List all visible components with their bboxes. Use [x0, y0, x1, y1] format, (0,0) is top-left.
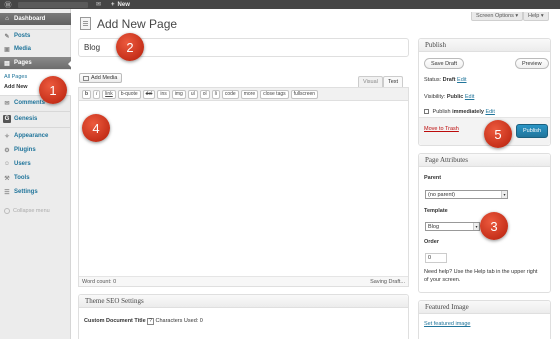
publish-time-row: Publish immediately Edit	[424, 109, 495, 115]
page-icon	[80, 17, 91, 30]
editor-status-bar: Word count: 0 Saving Draft...	[79, 276, 408, 286]
help-text-line1: Need help? Use the Help tab in the upper…	[424, 269, 538, 275]
autosave-status: Saving Draft...	[370, 278, 405, 285]
menu-separator	[0, 127, 71, 128]
tools-icon: ⚒	[4, 175, 10, 182]
quicktag-del-button[interactable]: del	[142, 89, 156, 99]
seo-chars-used: Characters Used: 0	[155, 318, 203, 324]
tab-visual[interactable]: Visual	[358, 76, 383, 87]
collapse-menu-button[interactable]: Collapse menu	[4, 208, 50, 214]
admin-bar: Ⓦ ✉ + New	[0, 0, 560, 9]
callout-5: 5	[484, 120, 512, 148]
submenu-all-pages[interactable]: All Pages	[4, 74, 27, 80]
help-tab[interactable]: Help ▾	[523, 12, 549, 21]
sidebar-item-posts[interactable]: ✎ Posts	[0, 30, 71, 42]
sidebar-item-dashboard[interactable]: ⌂ Dashboard	[0, 13, 71, 25]
menu-separator	[0, 111, 71, 112]
genesis-icon: G	[3, 115, 11, 123]
new-content-button[interactable]: + New	[111, 2, 130, 8]
quicktag-link-button[interactable]: link	[102, 89, 116, 99]
publish-heading: Publish	[419, 39, 550, 52]
tab-text[interactable]: Text	[383, 76, 404, 87]
callout-1: 1	[39, 76, 67, 104]
screen-options-tab[interactable]: Screen Options ▾	[471, 12, 524, 21]
quicktag-ul-button[interactable]: ul	[187, 89, 198, 99]
publish-time-value: immediately	[452, 109, 484, 115]
collapse-arrow-icon	[4, 208, 10, 214]
users-icon: ☺	[3, 161, 11, 167]
order-label: Order	[424, 239, 439, 245]
media-icon	[83, 75, 89, 81]
sidebar-item-genesis[interactable]: G Genesis	[0, 113, 71, 125]
quicktag-blockquote-button[interactable]: b-quote	[117, 89, 141, 99]
quicktags-toolbar: b i link b-quote del ins img ul ol li co…	[79, 88, 408, 101]
callout-3: 3	[480, 212, 508, 240]
set-featured-image-link[interactable]: Set featured image	[424, 321, 470, 327]
featured-image-heading: Featured Image	[419, 301, 550, 314]
submenu-add-new[interactable]: Add New	[4, 84, 28, 90]
quicktag-li-button[interactable]: li	[211, 89, 220, 99]
pin-icon: ✎	[4, 33, 10, 40]
word-count: Word count: 0	[82, 278, 117, 285]
page-title: Add New Page	[97, 17, 178, 31]
template-label: Template	[424, 208, 448, 214]
publish-edit-link[interactable]: Edit	[485, 109, 494, 115]
move-to-trash-link[interactable]: Move to Trash	[424, 126, 459, 132]
quicktag-close-tags-button[interactable]: close tags	[260, 89, 289, 99]
quicktag-more-button[interactable]: more	[240, 89, 259, 99]
featured-image-box: Featured Image Set featured image	[418, 300, 551, 339]
quicktag-ins-button[interactable]: ins	[157, 89, 170, 99]
preview-button[interactable]: Preview	[515, 58, 549, 69]
seo-document-title-row: Custom Document Title ? Characters Used:…	[84, 318, 203, 325]
quicktag-ol-button[interactable]: ol	[199, 89, 210, 99]
template-select[interactable]: Blog ▾	[425, 222, 480, 231]
parent-select[interactable]: (no parent) ▾	[425, 190, 508, 199]
comments-icon: ✉	[4, 100, 10, 107]
sidebar-item-plugins[interactable]: ⚙ Plugins	[0, 144, 71, 156]
dashboard-icon: ⌂	[5, 16, 9, 22]
status-edit-link[interactable]: Edit	[457, 77, 466, 83]
parent-label: Parent	[424, 175, 442, 181]
sidebar-item-pages[interactable]: ▤ Pages	[0, 57, 72, 69]
calendar-icon	[424, 109, 429, 115]
plugin-icon: ⚙	[4, 147, 10, 154]
pages-icon: ▤	[4, 60, 10, 67]
site-name-link[interactable]	[18, 1, 88, 8]
help-text-line2: of your screen.	[424, 277, 461, 283]
chevron-down-icon: ▾	[473, 223, 479, 230]
media-icon: ▣	[4, 46, 10, 53]
quicktag-img-button[interactable]: img	[171, 89, 186, 99]
appearance-icon: ✧	[4, 133, 10, 140]
seo-document-title-label: Custom Document Title	[84, 318, 146, 324]
seo-settings-heading: Theme SEO Settings	[79, 295, 408, 308]
save-draft-button[interactable]: Save Draft	[424, 58, 464, 69]
publish-button[interactable]: Publish	[516, 124, 549, 138]
quicktag-bold-button[interactable]: b	[82, 89, 92, 99]
visibility-edit-link[interactable]: Edit	[465, 94, 474, 100]
comment-bubble-icon[interactable]: ✉	[96, 1, 101, 8]
add-media-button[interactable]: Add Media	[79, 73, 123, 83]
order-input[interactable]: 0	[425, 253, 447, 263]
callout-4: 4	[82, 114, 110, 142]
visibility-row: Visibility: Public Edit	[424, 94, 475, 100]
settings-icon: ☰	[4, 189, 10, 196]
page-attributes-heading: Page Attributes	[419, 154, 550, 167]
status-value: Draft	[442, 77, 456, 83]
quicktag-code-button[interactable]: code	[221, 89, 239, 99]
chevron-down-icon: ▾	[501, 191, 507, 198]
status-row: Status: Draft Edit	[424, 77, 467, 83]
content-editor[interactable]: b i link b-quote del ins img ul ol li co…	[78, 87, 409, 287]
sidebar-item-appearance[interactable]: ✧ Appearance	[0, 130, 71, 142]
sidebar-item-media[interactable]: ▣ Media	[0, 43, 71, 55]
sidebar-item-settings[interactable]: ☰ Settings	[0, 186, 71, 198]
visibility-value: Public	[446, 94, 464, 100]
callout-2: 2	[116, 33, 144, 61]
seo-settings-box: Theme SEO Settings	[78, 294, 409, 339]
quicktag-fullscreen-button[interactable]: fullscreen	[290, 89, 319, 99]
quicktag-italic-button[interactable]: i	[93, 89, 101, 99]
sidebar-item-users[interactable]: ☺ Users	[0, 158, 71, 170]
help-question-icon[interactable]: ?	[147, 318, 154, 325]
sidebar-item-tools[interactable]: ⚒ Tools	[0, 172, 71, 184]
admin-sidebar: ⌂ Dashboard ✎ Posts ▣ Media ▤ Pages All Page…	[0, 9, 72, 339]
